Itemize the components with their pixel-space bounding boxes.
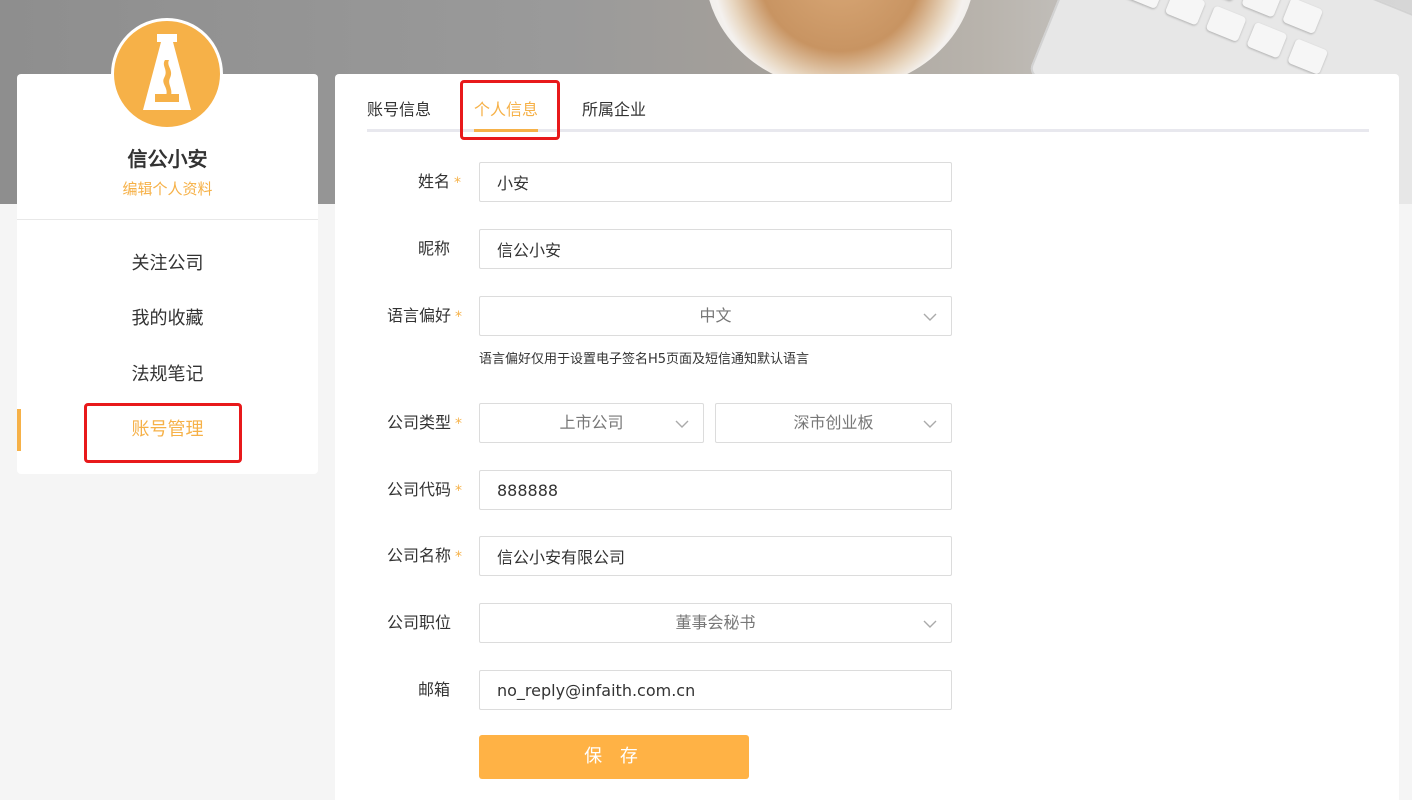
company-name-label: 公司名称 * (387, 546, 462, 567)
chevron-down-icon (923, 420, 937, 428)
tab-personal-info[interactable]: 个人信息 (474, 100, 538, 120)
name-label: 姓名 * (418, 172, 461, 193)
company-name-input[interactable] (479, 536, 952, 576)
language-label: 语言偏好 * (387, 306, 462, 327)
company-type-value: 上市公司 (559, 413, 624, 432)
language-select[interactable]: 中文 (479, 296, 952, 336)
sidebar-item-favorites[interactable]: 我的收藏 (17, 299, 318, 339)
nickname-label: 昵称 (418, 239, 451, 258)
company-code-label-text: 公司代码 (387, 480, 452, 499)
required-mark: * (455, 549, 463, 565)
language-value: 中文 (699, 306, 732, 325)
company-name-label-text: 公司名称 (387, 546, 452, 565)
position-select[interactable]: 董事会秘书 (479, 603, 952, 643)
email-input[interactable] (479, 670, 952, 710)
company-type-select[interactable]: 上市公司 (479, 403, 704, 443)
board-value: 深市创业板 (793, 413, 874, 432)
sidebar-item-regulation-notes[interactable]: 法规笔记 (17, 355, 318, 395)
company-code-input[interactable] (479, 470, 952, 510)
required-mark: * (454, 175, 462, 191)
sidebar-divider (17, 219, 318, 220)
save-button[interactable]: 保 存 (479, 735, 749, 779)
chevron-down-icon (675, 420, 689, 428)
language-hint: 语言偏好仅用于设置电子签名H5页面及短信通知默认语言 (479, 352, 810, 367)
chevron-down-icon (923, 313, 937, 321)
tab-affiliated-company[interactable]: 所属企业 (582, 100, 646, 120)
name-label-text: 姓名 (418, 172, 451, 191)
position-label: 公司职位 (387, 613, 452, 632)
required-mark: * (455, 309, 463, 325)
tab-account-info[interactable]: 账号信息 (367, 100, 431, 120)
username: 信公小安 (127, 147, 208, 171)
chevron-down-icon (923, 620, 937, 628)
edit-profile-link[interactable]: 编辑个人资料 (17, 178, 318, 199)
board-select[interactable]: 深市创业板 (715, 403, 952, 443)
avatar[interactable] (111, 18, 223, 130)
required-mark: * (455, 416, 463, 432)
name-input[interactable] (479, 162, 952, 202)
nickname-input[interactable] (479, 229, 952, 269)
position-value: 董事会秘书 (675, 613, 756, 632)
sidebar-item-account-management[interactable]: 账号管理 (17, 410, 318, 450)
email-label: 邮箱 (418, 680, 451, 699)
required-mark: * (455, 483, 463, 499)
active-tab-underline (474, 129, 538, 132)
sidebar-item-followed-companies[interactable]: 关注公司 (17, 244, 318, 284)
company-type-label: 公司类型 * (387, 413, 462, 434)
company-code-label: 公司代码 * (387, 480, 462, 501)
lighthouse-logo-icon (143, 34, 191, 110)
language-label-text: 语言偏好 (387, 306, 452, 325)
company-type-label-text: 公司类型 (387, 413, 452, 432)
